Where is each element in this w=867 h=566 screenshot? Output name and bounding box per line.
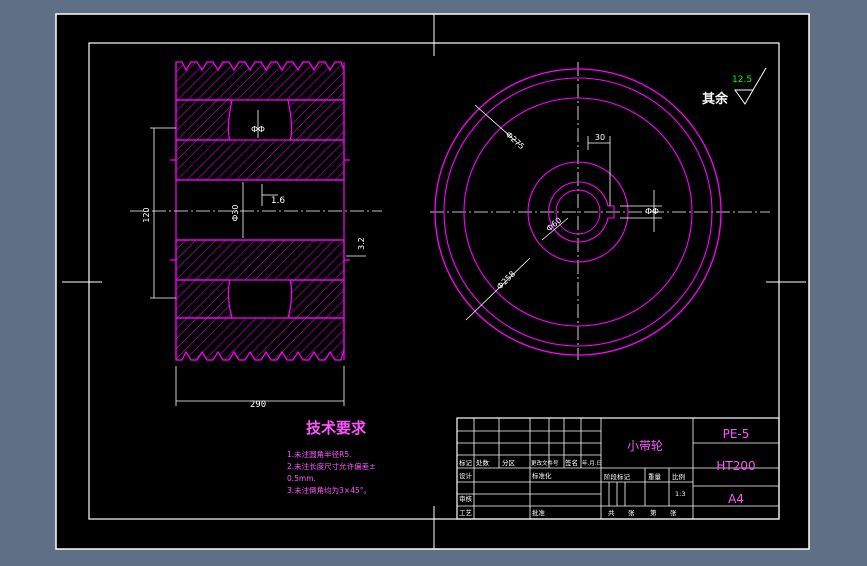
tb-header: 标记 [459,458,473,467]
tb-design: 设计 [459,471,473,480]
left-web-bottom [175,279,233,319]
tb-header: 年.月.日 [582,459,602,467]
tb-header: 签名 [565,458,578,467]
tb-bottom: 第 [650,508,657,517]
cad-sheet: 290 120 Ф30 ФФ 1.6 3.2 Ф275 30 ФФ Ф60 Ф2… [55,13,810,550]
right-web-bottom [287,279,345,319]
tb-drawing-no: PE-5 [723,427,750,441]
tb-stage-header: 阶段标记 [604,472,631,481]
tb-scale: 1:3 [675,490,685,498]
tech-line: 1.未注圆角半径R5. [287,449,352,459]
tech-line: 2.未注长度尺寸允许偏差± [287,461,375,471]
tb-standard: 标准化 [532,471,552,480]
tb-bottom: 张 [628,508,635,517]
roughness-prefix: 其余 [702,91,729,107]
dim-key-depth: ФФ [645,207,659,216]
tb-review: 审核 [459,494,473,503]
tb-scale-header: 比例 [672,472,685,481]
tb-header: 更改文件号 [531,459,559,467]
tech-line: 3.未注倒角均为3×45°。 [287,485,371,495]
tb-process: 工艺 [459,509,473,517]
tb-header: 分区 [502,458,516,467]
dim-bore: Ф30 [231,204,240,221]
dim-top: ФФ [251,125,265,134]
tech-title: 技术要求 [306,419,367,437]
tb-material: HT200 [716,459,755,473]
tb-weight-header: 重量 [648,473,662,481]
bottom-rim [175,317,345,361]
tb-header: 处数 [476,458,490,467]
top-rim [175,61,345,101]
dim-outer-h: 120 [142,207,151,222]
dim-key-width: 30 [595,133,605,142]
roughness-side: 3.2 [357,237,366,250]
tb-size: A4 [728,492,744,506]
tb-approve: 批准 [532,508,546,517]
outer-border [55,13,810,550]
roughness-value: 12.5 [732,75,752,85]
roughness-mid: 1.6 [271,196,286,206]
right-web-top [287,99,345,141]
tb-bottom: 共 [608,508,615,517]
hub-top [175,139,345,181]
tb-bottom: 张 [670,508,677,517]
tech-line: 0.5mm. [287,474,316,483]
left-web-top [175,99,233,141]
hub-bottom [175,239,345,281]
tb-part-name: 小带轮 [627,439,663,453]
drawing-stage: 290 120 Ф30 ФФ 1.6 3.2 Ф275 30 ФФ Ф60 Ф2… [0,0,867,562]
dim-width: 290 [250,400,266,410]
